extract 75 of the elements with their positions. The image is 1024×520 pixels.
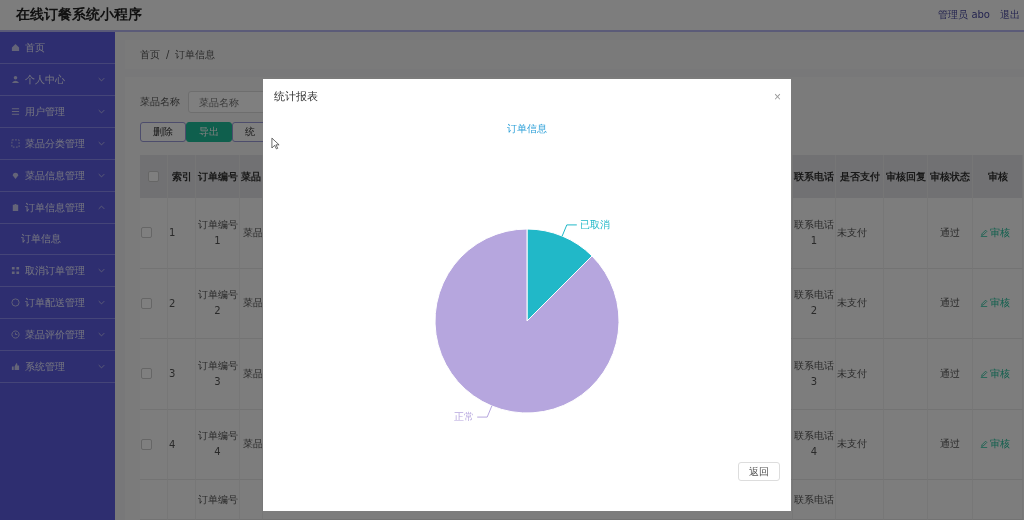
clock-icon: [11, 330, 20, 339]
table-cell: 联系电话 4: [793, 409, 836, 480]
checkbox[interactable]: [148, 171, 159, 182]
table-cell: 3: [168, 339, 196, 410]
table-header-cell[interactable]: 审核状态: [928, 155, 973, 198]
table-header-cell[interactable]: 审核: [973, 155, 1023, 198]
dialog-title: 统计报表: [274, 89, 318, 104]
grid-icon: [11, 266, 20, 275]
table-cell: 4: [168, 409, 196, 480]
table-cell: 菜品: [240, 409, 263, 480]
home-icon: [11, 43, 20, 52]
breadcrumb-item[interactable]: 订单信息: [175, 47, 216, 62]
app-title: 在线订餐系统小程序: [16, 6, 142, 24]
leader-line: [561, 224, 578, 237]
table-cell: 未支付: [836, 198, 884, 269]
slice-label: 已取消: [579, 218, 610, 230]
table-header-cell[interactable]: 菜品: [240, 155, 263, 198]
export-button[interactable]: 导出: [186, 122, 232, 142]
table-cell: 联系电话 3: [793, 339, 836, 410]
checkbox[interactable]: [141, 368, 152, 380]
table-header-cell[interactable]: 审核回复: [884, 155, 928, 198]
table-cell: 通过: [928, 409, 973, 480]
close-button[interactable]: ×: [774, 89, 781, 104]
review-link[interactable]: 审核: [990, 437, 1010, 452]
pencil-icon: [980, 369, 988, 378]
cursor-icon: [271, 137, 280, 150]
pin-icon: [11, 171, 20, 180]
table-cell: 菜品: [240, 268, 263, 339]
thumb-icon: [11, 362, 20, 371]
table-header-cell[interactable]: 联系电话: [793, 155, 836, 198]
checkbox[interactable]: [141, 297, 152, 309]
breadcrumb-item[interactable]: 首页: [140, 47, 160, 62]
review-link[interactable]: 审核: [990, 296, 1010, 311]
table-cell: 菜品: [240, 198, 263, 269]
table-cell: 联系电话 2: [793, 268, 836, 339]
user-name: 管理员 abo: [938, 8, 990, 22]
table-cell: 联系电话: [793, 480, 836, 520]
table-cell: 订单编号: [196, 480, 240, 520]
table-cell: 联系电话 1: [793, 198, 836, 269]
pencil-icon: [980, 228, 988, 237]
delete-button[interactable]: 删除: [140, 122, 186, 142]
table-header-cell[interactable]: 是否支付: [836, 155, 884, 198]
table-cell: 1: [168, 198, 196, 269]
review-link[interactable]: 审核: [990, 366, 1010, 381]
search-label: 菜品名称: [140, 95, 180, 109]
slice-label: 正常: [454, 411, 475, 423]
table-cell: 通过: [928, 268, 973, 339]
table-cell: 2: [168, 268, 196, 339]
table-cell: 通过: [928, 339, 973, 410]
table-cell: 未支付: [836, 339, 884, 410]
breadcrumb-separator: /: [166, 49, 170, 60]
table-cell: 通过: [928, 198, 973, 269]
leader-line: [476, 405, 493, 418]
table-cell: 订单编号 2: [196, 268, 240, 339]
frame-icon: [11, 139, 20, 148]
review-link[interactable]: 审核: [990, 225, 1010, 240]
checkbox[interactable]: [141, 227, 152, 239]
chart-title: 订单信息: [507, 122, 547, 136]
table-cell: 订单编号 1: [196, 198, 240, 269]
pencil-icon: [980, 299, 988, 308]
circle-icon: [11, 298, 20, 307]
table-cell: 菜品: [240, 339, 263, 410]
table-cell: 订单编号 3: [196, 339, 240, 410]
table-cell: 订单编号 4: [196, 409, 240, 480]
clipboard-icon: [11, 203, 20, 212]
back-button[interactable]: 返回: [738, 462, 780, 481]
person-icon: [11, 75, 20, 84]
table-cell: 未支付: [836, 268, 884, 339]
table-header-cell[interactable]: 索引: [168, 155, 196, 198]
checkbox[interactable]: [141, 438, 152, 450]
table-cell: 未支付: [836, 409, 884, 480]
logout-link[interactable]: 退出: [1000, 8, 1020, 22]
pencil-icon: [980, 440, 988, 449]
list-icon: [11, 107, 20, 116]
table-header-cell[interactable]: 订单编号: [196, 155, 240, 198]
